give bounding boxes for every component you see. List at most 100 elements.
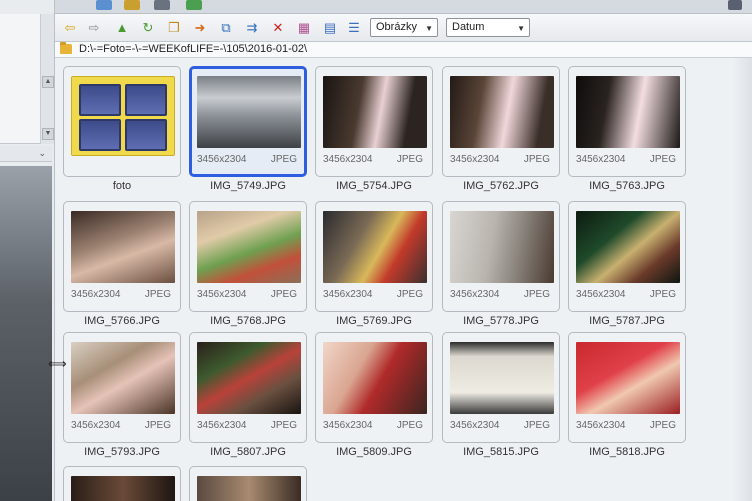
thumbnail-view-icon[interactable]: ▦ <box>295 19 313 36</box>
list-view-icon[interactable]: ☰ <box>345 19 363 36</box>
image-thumbnail <box>71 211 175 283</box>
image-dimensions: 3456x2304 <box>323 289 373 300</box>
image-format: JPEG <box>270 154 297 165</box>
image-format: JPEG <box>649 154 676 165</box>
image-thumbnail <box>197 476 301 501</box>
image-tile[interactable]: 3456x2304 JPEG <box>315 201 433 312</box>
image-tile[interactable]: 3456x2304 JPEG <box>315 66 433 177</box>
image-thumbnail <box>450 342 554 414</box>
scroll-up-icon[interactable]: ▲ <box>42 76 54 88</box>
print-icon[interactable] <box>154 0 170 10</box>
file-name-label[interactable]: foto <box>57 180 187 192</box>
image-dimensions: 3456x2304 <box>197 420 247 431</box>
image-tile[interactable]: 3456x2304 JPEG <box>568 332 686 443</box>
image-tile[interactable]: 3456x2304 JPEG <box>568 201 686 312</box>
folder-up-icon[interactable]: ▲ <box>113 19 131 36</box>
image-thumbnail <box>323 76 427 148</box>
image-tile-partial[interactable] <box>63 466 181 501</box>
tools-icon[interactable] <box>96 0 112 10</box>
image-tile[interactable]: 3456x2304 JPEG <box>442 332 560 443</box>
image-thumbnail <box>450 211 554 283</box>
folder-copy-icon[interactable]: ❐ <box>165 19 183 36</box>
file-name-label[interactable]: IMG_5807.JPG <box>183 446 313 458</box>
image-format: JPEG <box>523 420 550 431</box>
image-tile[interactable]: 3456x2304 JPEG <box>568 66 686 177</box>
image-format: JPEG <box>523 154 550 165</box>
preview-panel <box>0 166 52 501</box>
image-tile[interactable]: 3456x2304 JPEG <box>442 201 560 312</box>
toolbar: Obrázky ▼ Datum ▼ ⇦ ⇨ ▲ ↻ ❐ ➜ ⧉ ⇉ ✕ ▦ ▤ ☰ <box>55 14 752 42</box>
image-format: JPEG <box>649 289 676 300</box>
back-arrow-icon[interactable]: ⇦ <box>61 19 79 36</box>
image-thumbnail <box>576 211 680 283</box>
image-thumbnail <box>323 342 427 414</box>
image-tile[interactable]: 3456x2304 JPEG <box>442 66 560 177</box>
file-name-label[interactable]: IMG_5763.JPG <box>562 180 692 192</box>
file-name-label[interactable]: IMG_5787.JPG <box>562 315 692 327</box>
file-name-label[interactable]: IMG_5818.JPG <box>562 446 692 458</box>
file-name-label[interactable]: IMG_5749.JPG <box>183 180 313 192</box>
window-menu-icon[interactable] <box>728 0 742 10</box>
file-name-label[interactable]: IMG_5768.JPG <box>183 315 313 327</box>
image-format: JPEG <box>396 289 423 300</box>
address-path[interactable]: D:\-=Foto=-\-=WEEKofLIFE=-\105\2016-01-0… <box>79 43 307 55</box>
thumbnail-grid: foto 3456x2304 JPEG IMG_5749.JPG 3456x2304 JP… <box>55 58 752 501</box>
image-dimensions: 3456x2304 <box>197 289 247 300</box>
left-pane: ▲ ▼ ⌄ <box>0 0 55 501</box>
image-tile[interactable]: 3456x2304 JPEG <box>63 201 181 312</box>
image-format: JPEG <box>649 420 676 431</box>
image-tile-partial[interactable] <box>189 466 307 501</box>
image-format: JPEG <box>523 289 550 300</box>
image-dimensions: 3456x2304 <box>450 289 500 300</box>
screen-edge-shade <box>732 58 752 501</box>
image-dimensions: 3456x2304 <box>450 420 500 431</box>
file-name-label[interactable]: IMG_5762.JPG <box>436 180 566 192</box>
folder-thumbnail <box>71 76 175 156</box>
image-dimensions: 3456x2304 <box>576 289 626 300</box>
collapse-chevron-icon[interactable]: ⌄ <box>0 146 52 162</box>
image-thumbnail <box>197 211 301 283</box>
copy-icon[interactable]: ⧉ <box>217 19 235 36</box>
view-select[interactable]: Obrázky ▼ <box>370 18 438 37</box>
image-dimensions: 3456x2304 <box>323 420 373 431</box>
sort-select[interactable]: Datum ▼ <box>446 18 530 37</box>
address-bar[interactable]: D:\-=Foto=-\-=WEEKofLIFE=-\105\2016-01-0… <box>55 42 752 58</box>
file-name-label[interactable]: IMG_5809.JPG <box>309 446 439 458</box>
image-thumbnail <box>576 76 680 148</box>
dropdown-arrow-icon: ▼ <box>425 24 433 33</box>
folder-preview-cell <box>125 84 167 116</box>
image-thumbnail <box>197 342 301 414</box>
image-tile[interactable]: 3456x2304 JPEG <box>189 201 307 312</box>
image-format: JPEG <box>144 420 171 431</box>
forward-arrow-icon[interactable]: ⇨ <box>85 19 103 36</box>
image-thumbnail <box>323 211 427 283</box>
scroll-down-icon[interactable]: ▼ <box>42 128 54 140</box>
file-name-label[interactable]: IMG_5793.JPG <box>57 446 187 458</box>
image-tile[interactable]: 3456x2304 JPEG <box>189 332 307 443</box>
file-name-label[interactable]: IMG_5815.JPG <box>436 446 566 458</box>
image-tile[interactable]: 3456x2304 JPEG <box>189 66 307 177</box>
folder-tree-scrollbar[interactable]: ▲ ▼ <box>40 14 54 144</box>
folder-move-icon[interactable]: ➜ <box>191 19 209 36</box>
image-dimensions: 3456x2304 <box>71 289 121 300</box>
file-name-label[interactable]: IMG_5754.JPG <box>309 180 439 192</box>
image-dimensions: 3456x2304 <box>450 154 500 165</box>
move-icon[interactable]: ⇉ <box>243 19 261 36</box>
top-icon-strip <box>0 0 752 14</box>
file-name-label[interactable]: IMG_5766.JPG <box>57 315 187 327</box>
file-name-label[interactable]: IMG_5778.JPG <box>436 315 566 327</box>
image-tile[interactable]: 3456x2304 JPEG <box>315 332 433 443</box>
delete-icon[interactable]: ✕ <box>269 19 287 36</box>
image-thumbnail <box>576 342 680 414</box>
image-tile[interactable]: 3456x2304 JPEG <box>63 332 181 443</box>
resize-handle-icon[interactable]: ⟺ <box>48 357 68 370</box>
image-thumbnail <box>450 76 554 148</box>
folder-sync-icon[interactable]: ↻ <box>139 19 157 36</box>
folder-tile[interactable] <box>63 66 181 177</box>
file-name-label[interactable]: IMG_5769.JPG <box>309 315 439 327</box>
edit-icon[interactable] <box>186 0 202 10</box>
image-format: JPEG <box>144 289 171 300</box>
detail-view-icon[interactable]: ▤ <box>321 19 339 36</box>
image-dimensions: 3456x2304 <box>197 154 247 165</box>
mail-icon[interactable] <box>124 0 140 10</box>
